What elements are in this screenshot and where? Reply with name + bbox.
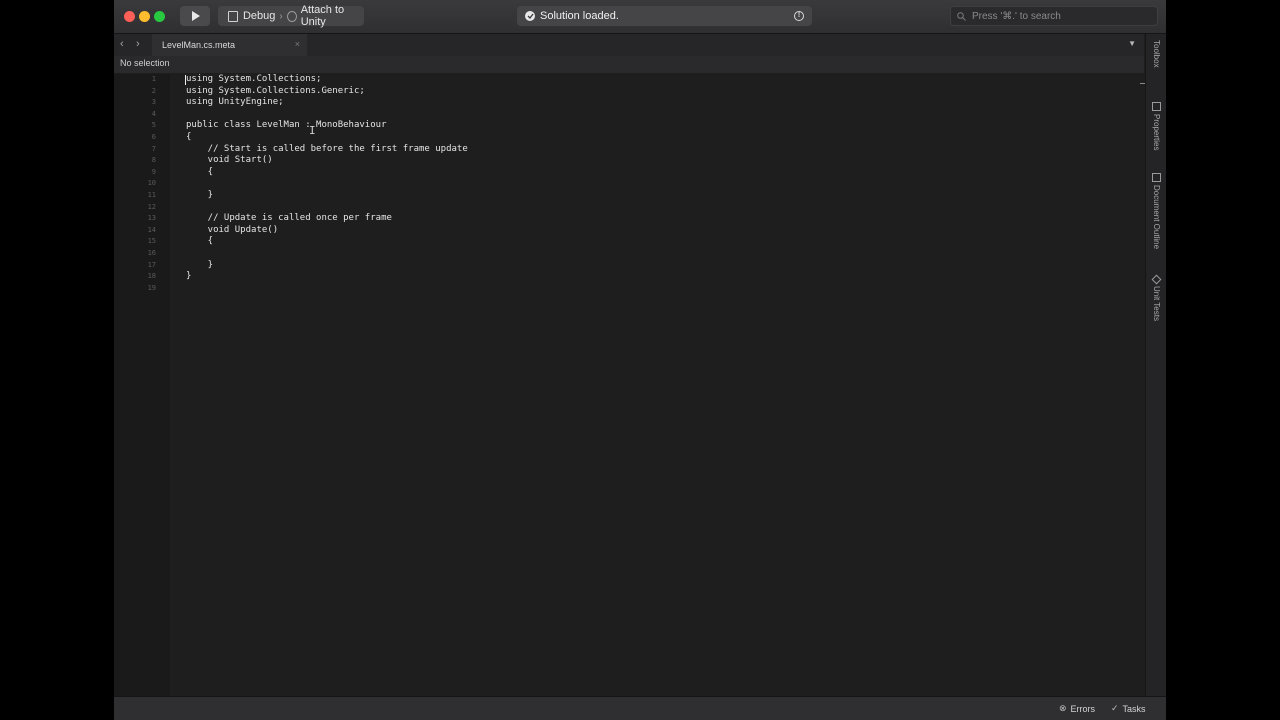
code-line[interactable]: using System.Collections.Generic; <box>186 86 365 98</box>
side-tab-properties[interactable]: Properties <box>1146 102 1166 150</box>
line-number: 14 <box>147 225 156 234</box>
side-tab-toolbox[interactable]: Toolbox <box>1146 40 1166 68</box>
side-panel: Toolbox Properties Document Outline Unit… <box>1145 34 1166 696</box>
chevron-right-icon: › <box>279 10 283 22</box>
line-number: 13 <box>147 214 156 223</box>
tasks-label: Tasks <box>1122 703 1146 714</box>
text-caret <box>185 75 186 85</box>
tab-levelman-cs-meta[interactable]: LevelMan.cs.meta × <box>152 34 307 56</box>
code-editor[interactable]: 1 2 3 4 5 6 7 8 9 10 11 12 13 14 15 16 17 18 19 using Syst… <box>114 74 1146 696</box>
line-number: 10 <box>147 179 156 188</box>
code-line[interactable]: void Update() <box>186 225 278 237</box>
code-line[interactable]: } <box>186 190 213 202</box>
line-number: 6 <box>151 133 156 141</box>
minimize-window-button[interactable] <box>139 11 150 22</box>
tab-list-dropdown-icon[interactable]: ▼ <box>1128 39 1136 48</box>
forward-arrow-icon[interactable]: › <box>136 38 140 50</box>
search-placeholder: Press '⌘.' to search <box>972 10 1061 22</box>
unity-icon <box>286 10 297 22</box>
code-line[interactable]: void Start() <box>186 155 273 167</box>
search-icon <box>957 11 966 21</box>
breadcrumb[interactable]: No selection <box>114 56 1144 73</box>
code-line[interactable]: { <box>186 236 213 248</box>
tab-label: LevelMan.cs.meta <box>162 40 236 50</box>
code-line[interactable]: { <box>186 132 191 144</box>
status-indicator: Solution loaded. ! <box>517 6 812 26</box>
line-number: 16 <box>147 249 156 257</box>
line-number: 18 <box>147 272 156 281</box>
code-line[interactable]: using System.Collections; <box>186 74 321 86</box>
side-tab-unit-tests[interactable]: Unit Tests <box>1146 274 1166 321</box>
target-label: Attach to Unity <box>300 4 345 28</box>
line-number: 3 <box>151 98 156 107</box>
back-arrow-icon[interactable]: ‹ <box>120 38 124 50</box>
line-number: 5 <box>151 121 156 130</box>
side-tab-label: Unit Tests <box>1152 286 1161 321</box>
search-input[interactable]: Press '⌘.' to search <box>950 6 1158 26</box>
line-number: 17 <box>147 260 156 269</box>
error-icon: ⊗ <box>1059 703 1067 713</box>
code-line[interactable]: // Start is called before the first fram… <box>186 144 468 156</box>
tasks-button[interactable]: ✓ Tasks <box>1111 703 1146 714</box>
line-number: 2 <box>151 86 156 95</box>
device-icon <box>228 10 238 22</box>
tab-bar: ‹ › LevelMan.cs.meta × ▼ <box>114 34 1144 57</box>
zoom-window-button[interactable] <box>154 11 165 22</box>
configuration-label: Debug <box>242 10 276 22</box>
line-number: 4 <box>151 109 156 118</box>
outline-icon <box>1152 173 1161 182</box>
close-tab-icon[interactable]: × <box>295 39 300 49</box>
side-tab-label: Properties <box>1152 114 1161 151</box>
play-icon <box>191 11 200 21</box>
code-line[interactable]: } <box>186 260 213 272</box>
side-tab-label: Document Outline <box>1152 185 1161 250</box>
line-number: 8 <box>151 156 156 165</box>
code-line[interactable]: using UnityEngine; <box>186 97 284 109</box>
line-number: 12 <box>147 202 156 211</box>
run-configuration-selector[interactable]: Debug › Attach to Unity <box>218 4 364 28</box>
line-number: 19 <box>147 283 156 292</box>
errors-label: Errors <box>1070 703 1096 714</box>
ide-window: Debug › Attach to Unity Solution loaded.… <box>114 0 1166 720</box>
check-icon <box>525 11 535 21</box>
run-button[interactable] <box>180 6 210 26</box>
close-window-button[interactable] <box>124 11 135 22</box>
code-line[interactable]: } <box>186 271 191 283</box>
unit-tests-icon <box>1151 274 1162 285</box>
toolbar: Debug › Attach to Unity Solution loaded.… <box>114 0 1166 34</box>
line-number: 7 <box>151 144 156 153</box>
side-tab-document-outline[interactable]: Document Outline <box>1146 173 1166 249</box>
properties-icon <box>1152 102 1161 111</box>
info-icon[interactable]: ! <box>794 11 804 21</box>
line-number: 11 <box>147 191 156 199</box>
line-number: 9 <box>151 167 156 176</box>
code-line[interactable]: { <box>186 167 213 179</box>
ibeam-cursor-icon: I <box>309 124 316 137</box>
errors-button[interactable]: ⊗ Errors <box>1059 703 1095 714</box>
line-number: 15 <box>147 237 156 246</box>
line-number-gutter: 1 2 3 4 5 6 7 8 9 10 11 12 13 14 15 16 17 18 19 <box>114 74 170 696</box>
side-tab-label: Toolbox <box>1152 40 1161 68</box>
code-line[interactable]: public class LevelMan : MonoBehaviour <box>186 120 386 132</box>
line-number: 1 <box>151 75 156 83</box>
status-text: Solution loaded. <box>540 10 619 22</box>
status-bar: ⊗ Errors ✓ Tasks <box>114 696 1166 720</box>
code-line[interactable]: // Update is called once per frame <box>186 213 392 225</box>
checkmark-icon: ✓ <box>1111 703 1119 713</box>
